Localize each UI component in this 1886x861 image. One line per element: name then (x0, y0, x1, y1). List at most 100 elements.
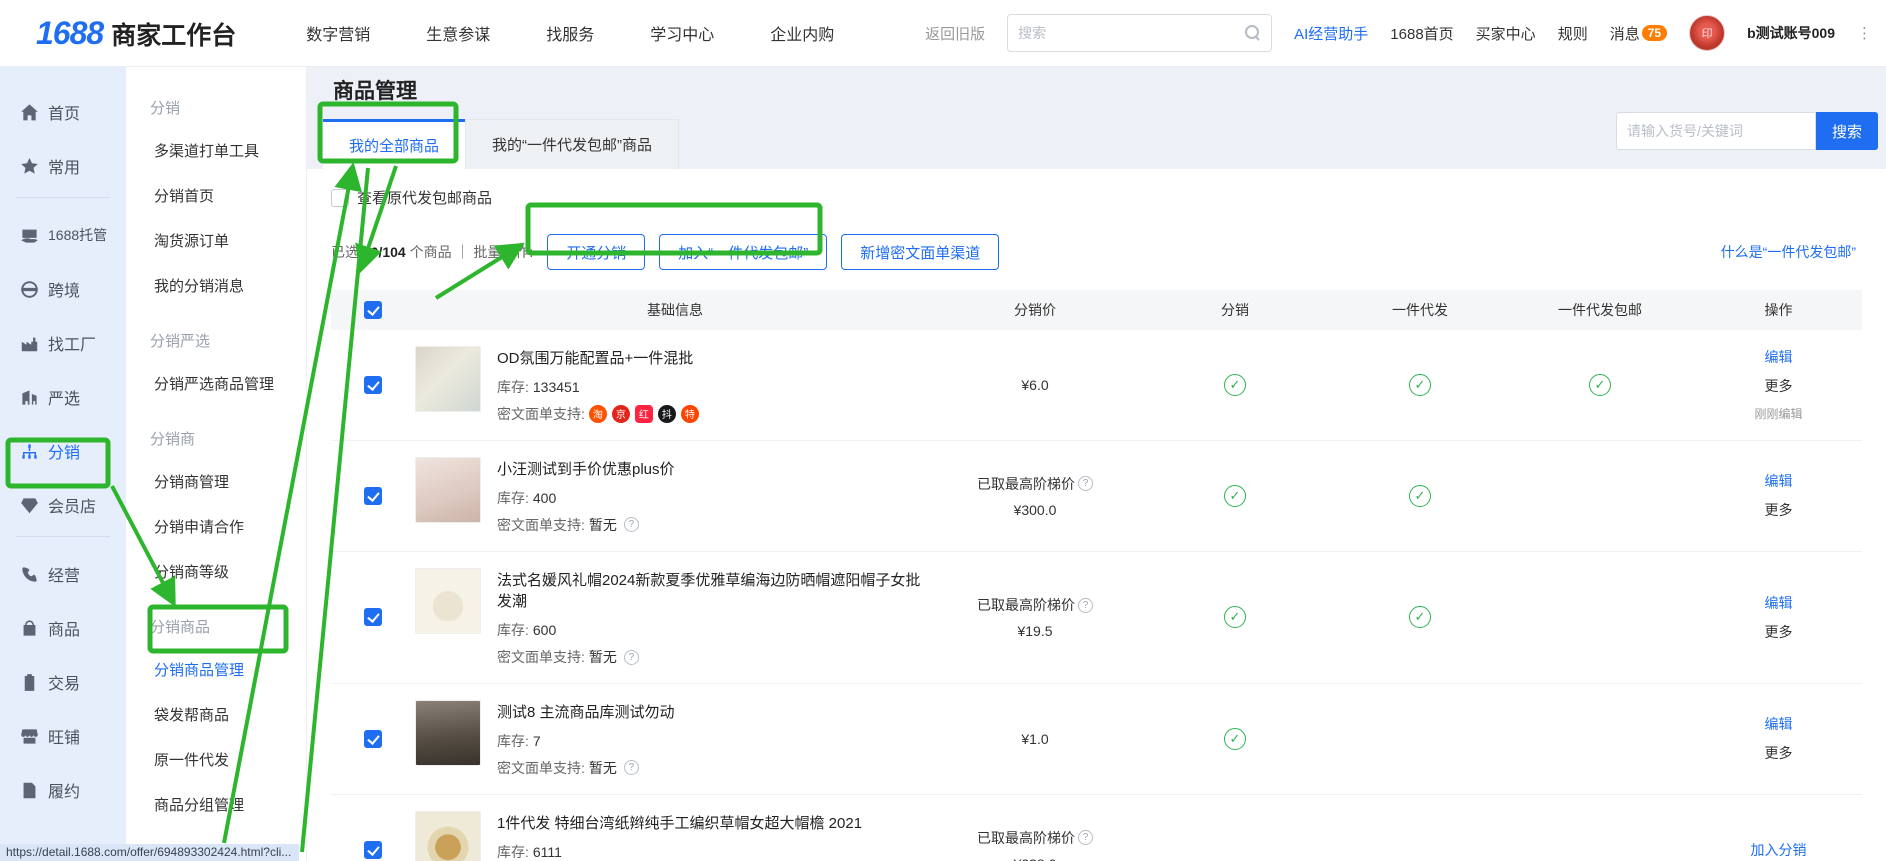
enable-distribution-button[interactable]: 开通分销 (547, 234, 645, 270)
column-basic-info: 基础信息 (415, 300, 935, 320)
building-icon (20, 388, 39, 407)
tier-help-icon[interactable]: ? (1078, 598, 1093, 613)
product-search-input[interactable] (1616, 112, 1816, 150)
product-image[interactable] (415, 457, 481, 523)
edit-link[interactable]: 编辑 (1765, 714, 1793, 734)
nav-learning-center[interactable]: 学习中心 (650, 21, 714, 45)
help-question-icon[interactable]: ? (624, 517, 639, 532)
product-title[interactable]: 法式名媛风礼帽2024新款夏季优雅草编海边防晒帽遮阳帽子女批发潮 (497, 570, 921, 614)
global-search-input[interactable] (1018, 25, 1245, 41)
submenu-item-cooperation-application[interactable]: 分销申请合作 (150, 504, 306, 549)
product-title[interactable]: 测试8 主流商品库测试勿动 (497, 702, 675, 724)
join-distribution-link[interactable]: 加入分销 (1751, 840, 1807, 860)
messages-link[interactable]: 消息 75 (1610, 23, 1667, 44)
tab-dropship-free-shipping-products[interactable]: 我的“一件代发包邮”商品 (465, 119, 679, 169)
sidebar-item-storefront[interactable]: 旺铺 (0, 713, 126, 759)
submenu-item-multichannel-print-tool[interactable]: 多渠道打单工具 (150, 128, 306, 173)
search-button[interactable]: 搜索 (1816, 112, 1878, 150)
more-link[interactable]: 更多 (1765, 500, 1793, 520)
product-title[interactable]: 小汪测试到手价优惠plus价 (497, 459, 675, 481)
help-question-icon[interactable]: ? (624, 760, 639, 775)
sidebar-label: 经营 (48, 562, 80, 586)
nav-digital-marketing[interactable]: 数字营销 (306, 21, 370, 45)
row-checkbox[interactable] (364, 376, 382, 394)
sidebar-item-favorites[interactable]: 常用 (0, 143, 126, 189)
nav-business-advisor[interactable]: 生意参谋 (426, 21, 490, 45)
sidebar-item-find-factory[interactable]: 找工厂 (0, 320, 126, 366)
taobao-icon: 淘 (589, 405, 607, 423)
row-checkbox[interactable] (364, 608, 382, 626)
what-is-dropship-free-shipping-link[interactable]: 什么是“一件代发包邮” (1721, 242, 1856, 262)
main-content: 商品管理 我的全部商品 我的“一件代发包邮”商品 搜索 查看原代发包邮商品 已选… (307, 67, 1886, 861)
product-image[interactable] (415, 700, 481, 766)
sidebar-label: 交易 (48, 670, 80, 694)
join-dropship-free-shipping-button[interactable]: 加入“一件代发包邮” (659, 234, 827, 270)
sidebar-item-home[interactable]: 首页 (0, 89, 126, 135)
tab-all-products[interactable]: 我的全部商品 (323, 119, 465, 169)
submenu-item-my-distribution-messages[interactable]: 我的分销消息 (150, 263, 306, 308)
submenu-item-distributor-levels[interactable]: 分销商等级 (150, 549, 306, 594)
search-icon[interactable] (1245, 25, 1261, 41)
add-encrypted-waybill-channel-button[interactable]: 新增密文面单渠道 (841, 234, 999, 270)
product-image[interactable] (415, 811, 481, 861)
row-checkbox[interactable] (364, 487, 382, 505)
more-menu-icon[interactable]: ⋮ (1857, 26, 1872, 41)
phone-icon (20, 565, 39, 584)
sidebar-divider (16, 536, 110, 537)
edit-link[interactable]: 编辑 (1765, 593, 1793, 613)
globe-icon (20, 280, 39, 299)
sidebar-item-fulfillment[interactable]: 履约 (0, 767, 126, 813)
select-all-checkbox[interactable] (364, 301, 382, 319)
submenu-header-distribution-products: 分销商品 (150, 616, 306, 637)
back-to-old-version-link[interactable]: 返回旧版 (925, 23, 985, 44)
sidebar-item-trade[interactable]: 交易 (0, 659, 126, 705)
more-link[interactable]: 更多 (1765, 376, 1793, 396)
tier-help-icon[interactable]: ? (1078, 830, 1093, 845)
edit-link[interactable]: 编辑 (1765, 471, 1793, 491)
sidebar-item-crossborder[interactable]: 跨境 (0, 266, 126, 312)
sidebar-item-yanxuan[interactable]: 严选 (0, 374, 126, 420)
avatar[interactable]: 印 (1689, 15, 1725, 51)
nav-enterprise-purchase[interactable]: 企业内购 (770, 21, 834, 45)
sidebar-label: 履约 (48, 778, 80, 802)
row-checkbox[interactable] (364, 841, 382, 859)
submenu-item-original-dropship[interactable]: 原一件代发 (150, 737, 306, 782)
app-logo[interactable]: 1688 商家工作台 (36, 15, 236, 52)
submenu-item-taohuoyuan-orders[interactable]: 淘货源订单 (150, 218, 306, 263)
product-image[interactable] (415, 346, 481, 412)
product-title[interactable]: 1件代发 特细台湾纸辫纯手工编织草帽女超大帽檐 2021 (497, 813, 862, 835)
submenu-item-distributor-management[interactable]: 分销商管理 (150, 459, 306, 504)
view-original-dropship-checkbox[interactable] (331, 189, 349, 207)
sidebar-item-operations[interactable]: 经营 (0, 551, 126, 597)
more-link[interactable]: 更多 (1765, 622, 1793, 642)
home-1688-link[interactable]: 1688首页 (1390, 23, 1453, 44)
submenu-item-distribution-home[interactable]: 分销首页 (150, 173, 306, 218)
submenu-item-product-group-management[interactable]: 商品分组管理 (150, 782, 306, 827)
secondary-sidebar: 分销 多渠道打单工具 分销首页 淘货源订单 我的分销消息 分销严选 分销严选商品… (126, 67, 307, 861)
submenu-item-daifabang-products[interactable]: 袋发帮商品 (150, 692, 306, 737)
sidebar-item-member-store[interactable]: 会员店 (0, 482, 126, 528)
row-checkbox[interactable] (364, 730, 382, 748)
tier-help-icon[interactable]: ? (1078, 476, 1093, 491)
buyer-center-link[interactable]: 买家中心 (1476, 23, 1536, 44)
submenu-item-distribution-product-management[interactable]: 分销商品管理 (150, 647, 306, 692)
sidebar-item-products[interactable]: 商品 (0, 605, 126, 651)
help-question-icon[interactable]: ? (624, 650, 639, 665)
sidebar-item-1688-hosting[interactable]: 1688托管 (0, 212, 126, 258)
ai-assistant-link[interactable]: AI经营助手 (1294, 23, 1368, 44)
global-search-box (1007, 14, 1272, 52)
product-title[interactable]: OD氛围万能配置品+一件混批 (497, 348, 699, 370)
more-link[interactable]: 更多 (1765, 743, 1793, 763)
edit-link[interactable]: 编辑 (1765, 347, 1793, 367)
rules-link[interactable]: 规则 (1558, 23, 1588, 44)
account-name[interactable]: b测试账号009 (1747, 23, 1835, 43)
submenu-header-yanxuan: 分销严选 (150, 330, 306, 351)
nav-find-services[interactable]: 找服务 (546, 21, 594, 45)
sidebar-item-distribution[interactable]: 分销 (0, 428, 126, 474)
dropship-check-icon: ✓ (1409, 485, 1431, 507)
price-cell: 已取最高阶梯价? ¥300.0 (935, 474, 1135, 518)
price-value: ¥238.0 (1014, 856, 1057, 861)
column-actions: 操作 (1695, 300, 1862, 320)
submenu-item-yanxuan-product-management[interactable]: 分销严选商品管理 (150, 361, 306, 406)
product-image[interactable] (415, 568, 481, 634)
